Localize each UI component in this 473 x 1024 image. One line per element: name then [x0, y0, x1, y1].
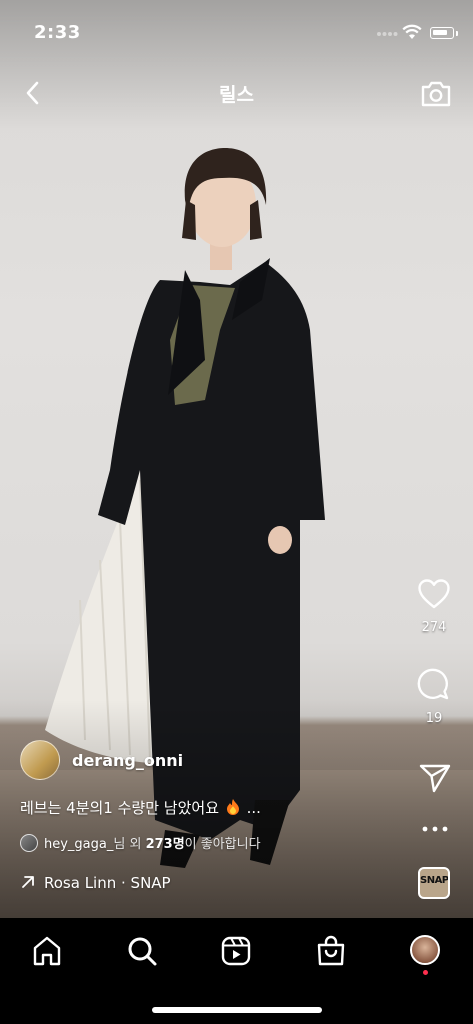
author-avatar[interactable] [20, 740, 60, 780]
like-count: 274 [421, 620, 447, 635]
liked-by-middle: 님 외 [113, 837, 146, 852]
fire-emoji-icon [226, 799, 239, 815]
post-caption[interactable]: 레브는 4분의1 수량만 남았어요 ... [20, 797, 261, 818]
heart-icon[interactable] [417, 578, 451, 610]
author-username[interactable]: derang_onni [72, 751, 183, 770]
audio-title: Rosa Linn · SNAP [44, 874, 171, 892]
more-dots-icon[interactable] [422, 825, 448, 833]
comment-count: 19 [425, 711, 443, 726]
caption-text: 레브는 4분의1 수량만 남았어요 [20, 799, 219, 817]
status-time: 2:33 [34, 22, 81, 43]
paper-plane-icon[interactable] [418, 762, 452, 794]
status-bar: 2:33 [0, 0, 473, 60]
camera-icon[interactable] [418, 76, 454, 112]
caption-more[interactable]: ... [247, 799, 261, 817]
liked-by-count: 273명 [145, 837, 185, 852]
home-icon[interactable] [30, 934, 64, 968]
liker-username: hey_gaga_ [44, 837, 114, 852]
comment-action[interactable]: 19 [414, 667, 454, 726]
audio-row[interactable]: Rosa Linn · SNAP [20, 874, 171, 892]
search-icon[interactable] [125, 934, 159, 968]
like-action[interactable]: 274 [414, 578, 454, 635]
liker-avatar [20, 834, 38, 852]
reel-video[interactable] [0, 0, 473, 918]
shop-icon[interactable] [314, 934, 348, 968]
liked-by-row[interactable]: hey_gaga_님 외 273명이 좋아합니다 [20, 833, 261, 852]
reels-screen: 2:33 릴스 274 19 SNAP derang_onni 레브는 4분의1… [0, 0, 473, 1024]
profile-avatar[interactable] [410, 935, 440, 965]
arrow-up-right-icon [22, 876, 34, 888]
battery-icon [430, 27, 454, 39]
comment-bubble-icon[interactable] [416, 667, 452, 703]
page-title: 릴스 [219, 84, 254, 106]
liked-by-suffix: 이 좋아합니다 [184, 837, 261, 852]
notification-dot [423, 970, 428, 975]
signal-icon [377, 32, 398, 36]
audio-thumbnail[interactable]: SNAP [418, 867, 450, 899]
reels-icon[interactable] [219, 934, 253, 968]
audio-thumb-label: SNAP [420, 875, 449, 886]
home-indicator [152, 1007, 322, 1013]
wifi-icon [402, 24, 422, 39]
